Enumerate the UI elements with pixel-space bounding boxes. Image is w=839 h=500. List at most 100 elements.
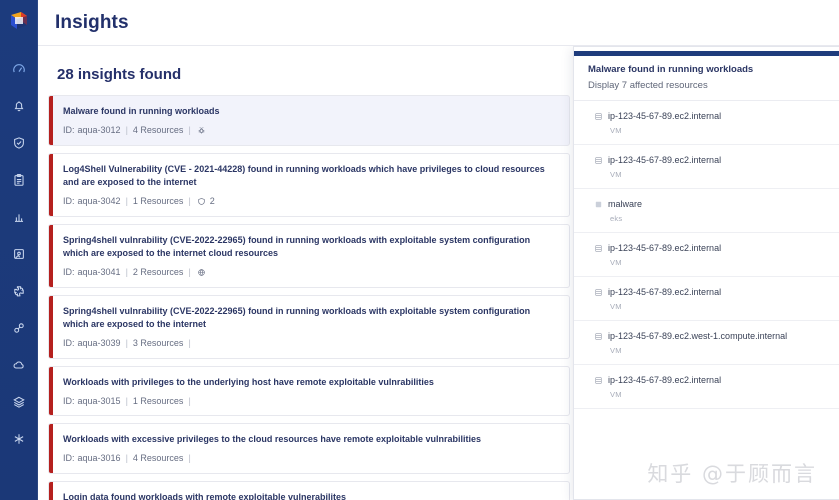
resource-name-row: ip-123-45-67-89.ec2.west-1.compute.inter… — [594, 331, 839, 341]
meta-separator: | — [126, 267, 128, 278]
resource-detail-panel: Malware found in running workloads Displ… — [573, 46, 839, 500]
insight-card-title: Workloads with excessive privileges to t… — [63, 433, 557, 446]
resource-list-item[interactable]: ip-123-45-67-89.ec2.west-1.compute.inter… — [574, 321, 839, 365]
insight-id-label: ID: — [63, 338, 75, 349]
insight-card[interactable]: Spring4shell vulnrability (CVE-2022-2296… — [48, 224, 570, 288]
resource-list-item[interactable]: ip-123-45-67-89.ec2.internal VM — [574, 365, 839, 409]
insight-card-title: Log4Shell Vulnerability (CVE - 2021-4422… — [63, 163, 557, 189]
resource-name-row: ip-123-45-67-89.ec2.internal — [594, 375, 839, 385]
resource-list-item[interactable]: ip-123-45-67-89.ec2.internal VM — [574, 277, 839, 321]
insight-id-value: aqua-3041 — [78, 267, 121, 278]
severity-accent-bar — [49, 482, 53, 500]
insights-list-column: 28 insights found Malware found in runni… — [38, 46, 578, 500]
resource-name-row: malware — [594, 199, 839, 209]
sidebar-item-analytics[interactable] — [6, 204, 32, 230]
server-icon — [594, 288, 603, 297]
insight-card-title: Login data found workloads with remote e… — [63, 491, 557, 500]
main-content: Insights 28 insights found Malware found… — [38, 0, 839, 500]
meta-separator: | — [126, 196, 128, 207]
severity-accent-bar — [49, 96, 53, 145]
resource-type-label: VM — [610, 346, 839, 355]
resource-name-row: ip-123-45-67-89.ec2.internal — [594, 287, 839, 297]
sidebar-item-settings[interactable] — [6, 426, 32, 452]
sidebar-item-dashboard[interactable] — [6, 56, 32, 82]
sidebar-item-security[interactable] — [6, 130, 32, 156]
sidebar-item-alerts[interactable] — [6, 93, 32, 119]
insight-card[interactable]: Log4Shell Vulnerability (CVE - 2021-4422… — [48, 153, 570, 217]
puzzle-piece-icon — [12, 284, 26, 298]
content-body: 28 insights found Malware found in runni… — [38, 46, 839, 500]
sidebar-item-integrations[interactable] — [6, 278, 32, 304]
layers-stack-icon — [12, 395, 26, 409]
resource-name-label: malware — [608, 199, 642, 209]
resource-type-label: eks — [610, 214, 839, 223]
resource-name-row: ip-123-45-67-89.ec2.internal — [594, 111, 839, 121]
container-icon — [594, 200, 603, 209]
insight-card-meta: ID:aqua-3041|2 Resources| — [63, 267, 557, 278]
sidebar-item-connections[interactable] — [6, 315, 32, 341]
bar-chart-icon — [12, 210, 26, 224]
resource-list-item[interactable]: ip-123-45-67-89.ec2.internal VM — [574, 145, 839, 189]
meta-separator: | — [188, 453, 190, 464]
insights-found-label: 28 insights found — [57, 66, 570, 83]
resource-name-label: ip-123-45-67-89.ec2.internal — [608, 287, 721, 297]
insight-id-value: aqua-3012 — [78, 125, 121, 136]
resource-list-item[interactable]: ip-123-45-67-89.ec2.internalVM — [574, 101, 839, 145]
insight-resource-count: 1 Resources — [133, 196, 184, 207]
insight-card[interactable]: Malware found in running workloads ID:aqu… — [48, 95, 570, 146]
insight-card-title: Spring4shell vulnrability (CVE-2022-2296… — [63, 234, 557, 260]
resource-list-item[interactable]: ip-123-45-67-89.ec2.internal VM — [574, 233, 839, 277]
insight-id-value: aqua-3039 — [78, 338, 121, 349]
insight-id-label: ID: — [63, 267, 75, 278]
resource-name-label: ip-123-45-67-89.ec2.west-1.compute.inter… — [608, 331, 787, 341]
resource-name-row: ip-123-45-67-89.ec2.internal — [594, 155, 839, 165]
resource-type-label: VM — [610, 258, 839, 267]
image-frame-icon — [12, 247, 26, 261]
insight-resource-count: 4 Resources — [133, 453, 184, 464]
severity-accent-bar — [49, 424, 53, 473]
page-header: Insights — [38, 0, 839, 46]
insight-card[interactable]: Workloads with excessive privileges to t… — [48, 423, 570, 474]
insight-card[interactable]: Spring4shell vulnrability (CVE-2022-2296… — [48, 295, 570, 359]
resource-type-label: VM — [610, 302, 839, 311]
insight-id-label: ID: — [63, 396, 75, 407]
page-title: Insights — [55, 12, 129, 34]
panel-header: Malware found in running workloads Displ… — [574, 56, 839, 101]
app-root: Insights 28 insights found Malware found… — [0, 0, 839, 500]
insight-id-value: aqua-3015 — [78, 396, 121, 407]
server-icon — [594, 112, 603, 121]
insight-id-label: ID: — [63, 196, 75, 207]
insight-id-label: ID: — [63, 453, 75, 464]
meta-separator: | — [188, 396, 190, 407]
sidebar-item-reports[interactable] — [6, 167, 32, 193]
meta-separator: | — [126, 338, 128, 349]
insight-card[interactable]: Login data found workloads with remote e… — [48, 481, 570, 500]
severity-accent-bar — [49, 296, 53, 358]
insight-card-title: Malware found in running workloads — [63, 105, 557, 118]
resource-list-item[interactable]: malware eks — [574, 189, 839, 233]
resource-type-label: VM — [610, 170, 839, 179]
severity-accent-bar — [49, 225, 53, 287]
insight-card-title: Spring4shell vulnrability (CVE-2022-2296… — [63, 305, 557, 331]
server-icon — [594, 376, 603, 385]
insight-card-title: Workloads with privileges to the underly… — [63, 376, 557, 389]
server-icon — [594, 156, 603, 165]
sidebar-item-images[interactable] — [6, 241, 32, 267]
resource-name-label: ip-123-45-67-89.ec2.internal — [608, 243, 721, 253]
aqua-logo[interactable] — [8, 10, 30, 32]
sidebar-item-layers[interactable] — [6, 389, 32, 415]
insight-card[interactable]: Workloads with privileges to the underly… — [48, 366, 570, 417]
resource-name-label: ip-123-45-67-89.ec2.internal — [608, 375, 721, 385]
severity-accent-bar — [49, 154, 53, 216]
resource-type-label: VM — [610, 390, 839, 399]
insight-id-value: aqua-3016 — [78, 453, 121, 464]
sidebar-item-cloud[interactable] — [6, 352, 32, 378]
insight-card-meta: ID:aqua-3039|3 Resources| — [63, 338, 557, 349]
insights-card-list: Malware found in running workloadsID:aqu… — [48, 95, 570, 500]
panel-subtitle: Display 7 affected resources — [588, 80, 839, 91]
insight-id-label: ID: — [63, 125, 75, 136]
globe-internet-icon — [197, 268, 206, 277]
insight-card-meta: ID:aqua-3012|4 Resources| — [63, 125, 557, 136]
panel-title: Malware found in running workloads — [588, 64, 839, 75]
affected-resources-list[interactable]: ip-123-45-67-89.ec2.internal VM ip-123-45-… — [574, 101, 839, 481]
